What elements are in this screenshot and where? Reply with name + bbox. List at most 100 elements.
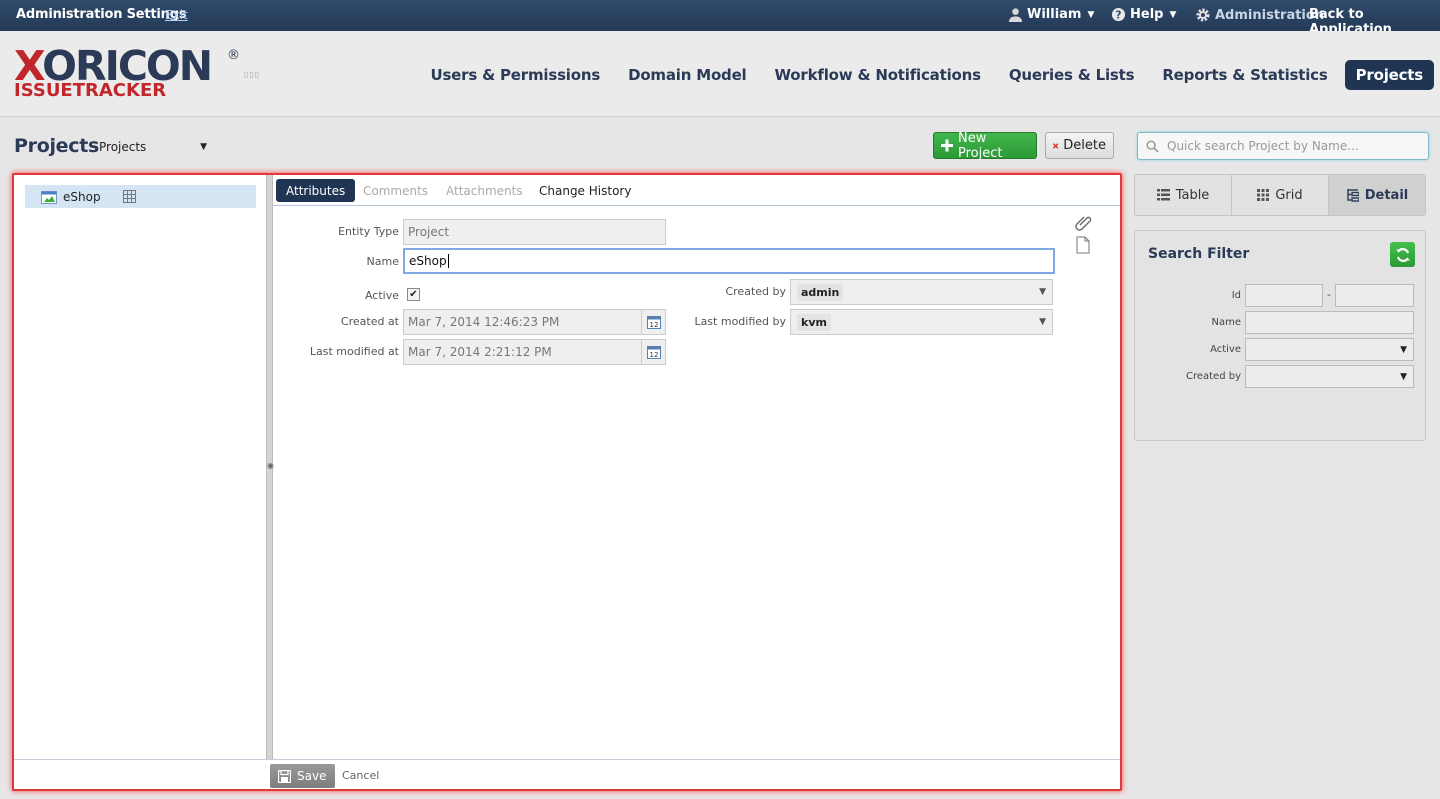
chevron-down-icon: ▼ — [1087, 9, 1095, 20]
chevron-down-icon: ▼ — [1400, 371, 1407, 382]
chevron-down-icon: ▼ — [1039, 317, 1046, 327]
refresh-filter-button[interactable] — [1390, 242, 1415, 267]
search-icon — [1146, 139, 1159, 153]
view-grid-button[interactable]: Grid — [1232, 175, 1329, 215]
administration-link[interactable]: Administration — [1195, 7, 1324, 23]
name-label: Name — [366, 255, 399, 268]
list-icon — [1156, 189, 1170, 201]
created-by-select[interactable]: admin ▼ — [790, 279, 1053, 305]
new-project-button[interactable]: New Project — [933, 130, 1037, 161]
close-icon — [1053, 142, 1059, 149]
tab-attributes[interactable]: Attributes — [276, 179, 356, 202]
view-grid-label: Grid — [1275, 187, 1303, 203]
filter-name-label: Name — [1211, 317, 1241, 328]
nav-domain-model[interactable]: Domain Model — [617, 60, 757, 90]
detail-tabs: Attributes Comments Attachments Change H… — [273, 175, 1120, 206]
created-at-label: Created at — [340, 315, 399, 328]
filter-id-from-input[interactable] — [1245, 284, 1323, 307]
tree-structure-icon — [1347, 188, 1359, 202]
nav-reports-statistics[interactable]: Reports & Statistics — [1151, 60, 1338, 90]
view-mode-switcher: Table Grid Detail — [1134, 174, 1426, 216]
entity-type-label: Entity Type — [338, 225, 399, 238]
filter-id-to-input[interactable] — [1335, 284, 1414, 307]
nav-queries-lists[interactable]: Queries & Lists — [998, 60, 1146, 90]
top-bar: Administration Settings Exit William ▼ ?… — [0, 0, 1440, 37]
user-menu[interactable]: William ▼ — [1008, 7, 1094, 22]
view-detail-button[interactable]: Detail — [1329, 175, 1425, 215]
quick-search-input[interactable]: Quick search Project by Name... — [1137, 132, 1429, 160]
form-footer: Save Cancel — [14, 759, 1120, 789]
save-button[interactable]: Save — [270, 764, 335, 788]
xoricon-logo: XORICON ® ISSUETRACKER ▯▯▯ — [14, 46, 259, 106]
view-table-button[interactable]: Table — [1135, 175, 1232, 215]
tab-comments[interactable]: Comments — [353, 179, 438, 202]
view-table-label: Table — [1175, 187, 1210, 203]
delete-button[interactable]: Delete — [1045, 132, 1114, 159]
app-title: Administration Settings — [16, 7, 187, 22]
administration-label: Administration — [1215, 7, 1325, 23]
calendar-icon: 12 — [646, 346, 661, 359]
filter-created-by-select[interactable]: ▼ — [1245, 365, 1414, 388]
panel-splitter[interactable]: ◉ — [266, 175, 274, 759]
created-at-field: Mar 7, 2014 12:46:23 PM — [403, 309, 642, 335]
name-input[interactable]: eShop — [403, 248, 1055, 274]
last-modified-at-label: Last modified at — [309, 345, 399, 358]
last-modified-by-select[interactable]: kvm ▼ — [790, 309, 1053, 335]
save-label: Save — [297, 769, 327, 783]
plus-icon — [941, 139, 953, 152]
gear-icon — [1196, 8, 1210, 22]
last-modified-by-value: kvm — [797, 313, 831, 331]
new-project-label: New Project — [958, 130, 1003, 161]
search-filter-title: Search Filter — [1148, 246, 1250, 262]
filter-active-select[interactable]: ▼ — [1245, 338, 1414, 361]
filter-id-range-separator: - — [1327, 288, 1331, 301]
created-at-calendar-button[interactable]: 12 — [641, 309, 666, 335]
tree-item-eshop[interactable]: eShop — [25, 185, 256, 208]
exit-link[interactable]: Exit — [165, 8, 188, 22]
user-icon — [1008, 8, 1023, 22]
nav-workflow-notifications[interactable]: Workflow & Notifications — [764, 60, 992, 90]
project-type-value: Projects — [99, 140, 147, 154]
detail-view: Attributes Comments Attachments Change H… — [273, 175, 1120, 759]
page-title: Projects — [14, 135, 100, 157]
checkmark-icon: ✔ — [409, 289, 418, 300]
help-menu[interactable]: ? Help ▼ — [1111, 7, 1176, 22]
tree-item-label: eShop — [63, 189, 101, 204]
logo-dots: ▯▯▯ — [244, 70, 261, 79]
filter-active-label: Active — [1210, 344, 1241, 355]
search-filter-panel: Search Filter Id - Name Active ▼ Created… — [1134, 230, 1426, 441]
refresh-icon — [1395, 247, 1410, 262]
paperclip-icon[interactable] — [1075, 213, 1093, 231]
help-label: Help — [1130, 7, 1164, 22]
tab-change-history[interactable]: Change History — [529, 179, 641, 202]
logo-subtitle: ISSUETRACKER — [14, 80, 167, 101]
last-modified-by-label: Last modified by — [694, 315, 786, 328]
active-checkbox[interactable]: ✔ — [407, 288, 420, 301]
calendar-icon: 12 — [646, 316, 661, 329]
document-icon[interactable] — [1075, 236, 1091, 254]
text-cursor — [447, 254, 449, 268]
chevron-down-icon: ▼ — [1400, 344, 1407, 355]
active-label: Active — [364, 289, 399, 302]
side-actions — [1075, 213, 1095, 257]
last-modified-at-field: Mar 7, 2014 2:21:12 PM — [403, 339, 642, 365]
chevron-down-icon: ▼ — [1169, 9, 1177, 20]
svg-text:?: ? — [1116, 9, 1122, 21]
grid-icon[interactable] — [122, 190, 136, 203]
logo-registered-mark: ® — [227, 48, 240, 63]
nav-users-permissions[interactable]: Users & Permissions — [419, 60, 611, 90]
user-name: William — [1027, 7, 1082, 22]
entity-type-field: Project — [403, 219, 666, 245]
tab-attachments[interactable]: Attachments — [436, 179, 533, 202]
filter-created-by-label: Created by — [1185, 371, 1241, 382]
floppy-disk-icon — [278, 769, 291, 783]
nav-projects[interactable]: Projects — [1344, 60, 1434, 90]
chevron-down-icon: ▼ — [1039, 287, 1046, 297]
project-editor-panel: eShop ◉ Attributes Comments Attachments … — [12, 173, 1122, 791]
project-folder-icon — [41, 190, 57, 204]
last-modified-calendar-button[interactable]: 12 — [641, 339, 666, 365]
cancel-link[interactable]: Cancel — [342, 769, 379, 782]
project-type-select[interactable]: Projects ▼ — [95, 137, 211, 157]
filter-name-input[interactable] — [1245, 311, 1414, 334]
delete-label: Delete — [1063, 138, 1106, 153]
